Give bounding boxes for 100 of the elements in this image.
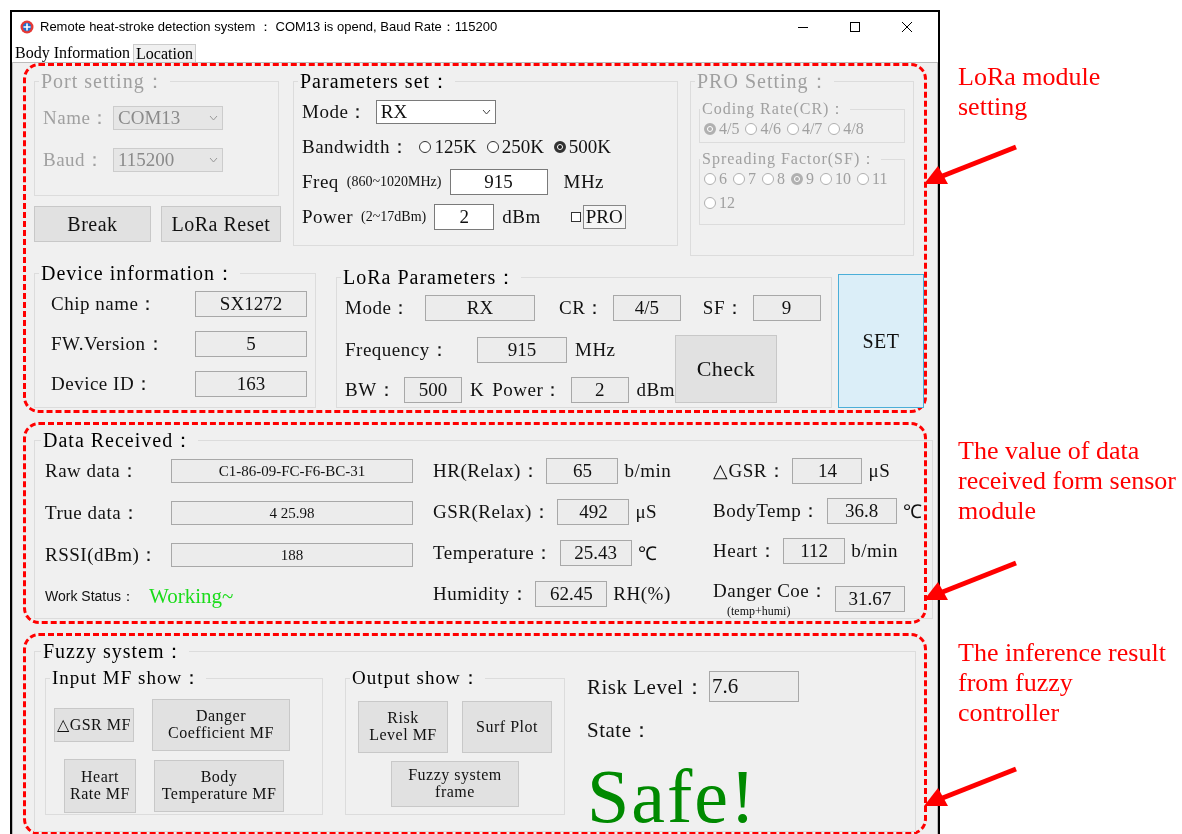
field-label: Device ID：	[51, 372, 155, 396]
power-field[interactable]: 2	[434, 204, 495, 230]
unit-label: MHz	[575, 339, 616, 361]
field-label: Power	[302, 206, 354, 228]
value-field[interactable]: 65	[546, 458, 619, 484]
field-label: FW.Version：	[51, 332, 167, 356]
action-button[interactable]: Break	[34, 206, 151, 242]
mf-button[interactable]: Body Temperature MF	[154, 760, 284, 812]
value-field[interactable]: 4/5	[612, 295, 681, 321]
field-label: Work Status：	[45, 587, 135, 606]
value-field[interactable]: SX1272	[195, 291, 307, 317]
mf-button[interactable]: Danger Coefficient MF	[152, 699, 290, 751]
app-icon	[20, 20, 34, 34]
field-label: CR：	[559, 296, 605, 320]
risk-level-field[interactable]: 7.6	[709, 671, 800, 702]
group-title: Coding Rate(CR)：	[701, 99, 848, 120]
field-label: Chip name：	[51, 292, 159, 316]
output-button[interactable]: Fuzzy system frame	[391, 761, 519, 807]
field-label: Heart：	[713, 539, 778, 563]
value-field[interactable]: 163	[195, 371, 307, 397]
field-label: Raw data：	[45, 459, 141, 483]
field-label: △GSR：	[713, 459, 787, 483]
range-hint: (860~1020MHz)	[346, 174, 442, 190]
tab[interactable]: Location	[133, 44, 196, 62]
output-button[interactable]: Surf Plot	[462, 701, 552, 753]
field-label: Baud：	[43, 148, 103, 172]
group-title: Output show：	[351, 666, 482, 690]
field-label: Mode：	[345, 296, 412, 320]
annotation-text: LoRa module setting	[958, 62, 1102, 122]
group-title: Device information：	[40, 261, 238, 286]
check-button[interactable]: Check	[675, 335, 777, 403]
group-title: Input MF show：	[51, 666, 204, 690]
annotation-text: The inference result from fuzzy controller	[958, 638, 1167, 728]
field-label: GSR(Relax)：	[433, 500, 552, 524]
group-title: Fuzzy system：	[42, 639, 187, 665]
field-label: Danger Coe：	[713, 579, 829, 603]
field-label: BodyTemp：	[713, 499, 821, 523]
mode-dropdown[interactable]: RX	[375, 100, 496, 124]
field-label: State：	[587, 717, 654, 744]
unit-label: dBm	[502, 206, 541, 228]
value-field[interactable]: 36.8	[826, 498, 897, 524]
group-title: Port setting：	[40, 69, 167, 95]
field-label: Frequency：	[345, 338, 451, 362]
set-button[interactable]: SET	[838, 274, 924, 408]
caret-icon	[209, 115, 218, 121]
field-label: True data：	[45, 501, 142, 525]
caret-icon	[481, 109, 491, 115]
unit-label: b/min	[851, 540, 899, 562]
field-label: SF：	[702, 296, 745, 320]
value-field[interactable]: C1-86-09-FC-F6-BC-31	[171, 459, 413, 483]
radio-option[interactable]: 250K	[486, 136, 544, 158]
value-field[interactable]: 25.43	[559, 540, 632, 566]
field-label: Humidity：	[433, 582, 530, 606]
unit-label: RH(%)	[613, 583, 671, 605]
unit-label: ℃	[637, 542, 658, 566]
mf-button[interactable]: Heart Rate MF	[64, 759, 136, 813]
window-title: Remote heat-stroke detection system ： COM13 is opend, Baud Rate：115200	[40, 18, 499, 36]
field-label: Mode：	[302, 100, 368, 124]
unit-label: K	[469, 379, 485, 401]
state-text: Safe!	[587, 758, 759, 834]
field-label: BW：	[345, 378, 397, 402]
value-field[interactable]: 500	[404, 377, 462, 403]
freq-field[interactable]: 915	[449, 169, 548, 195]
mf-button[interactable]: △GSR MF	[54, 708, 134, 742]
status-text: Working~	[149, 584, 234, 609]
value-field[interactable]: 5	[195, 331, 307, 357]
value-field[interactable]: 915	[477, 337, 567, 363]
value-field[interactable]: 4 25.98	[171, 501, 413, 525]
field-label: RSSI(dBm)：	[45, 543, 160, 567]
value-field[interactable]: 492	[557, 499, 630, 525]
unit-label: MHz	[563, 171, 605, 193]
action-button[interactable]: LoRa Reset	[161, 206, 281, 242]
unit-label: μS	[868, 460, 891, 482]
value-field[interactable]: 62.45	[535, 581, 608, 607]
value-field[interactable]: 31.67	[834, 585, 905, 612]
value-field[interactable]: 14	[792, 458, 863, 484]
group-title: LoRa Parameters：	[342, 265, 519, 290]
unit-label: dBm	[636, 379, 675, 401]
field-label: Temperature：	[433, 541, 554, 565]
radio-option[interactable]: 125K	[419, 136, 477, 158]
value-field[interactable]: RX	[425, 295, 535, 321]
field-label: Power：	[492, 378, 563, 402]
field-label: Freq	[302, 171, 339, 193]
unit-label: b/min	[624, 460, 672, 482]
caret-icon	[209, 157, 218, 163]
output-button[interactable]: Risk Level MF	[358, 701, 448, 753]
value-field[interactable]: 112	[783, 538, 846, 564]
value-field[interactable]: 188	[171, 543, 413, 567]
unit-label: μS	[635, 501, 658, 523]
value-field[interactable]: 2	[570, 377, 629, 403]
range-hint: (2~17dBm)	[361, 209, 427, 225]
unit-label: ℃	[902, 500, 923, 524]
field-label: Name：	[43, 106, 103, 130]
field-label: Bandwidth：	[302, 135, 410, 159]
value-field[interactable]: 9	[752, 295, 821, 321]
group-title: Data Received：	[42, 428, 196, 453]
annotation-text: The value of data received form sensor module	[958, 436, 1178, 526]
field-note: (temp+humi)	[727, 604, 792, 619]
field-label: HR(Relax)：	[433, 459, 541, 483]
radio-option[interactable]: 500K	[553, 136, 612, 158]
